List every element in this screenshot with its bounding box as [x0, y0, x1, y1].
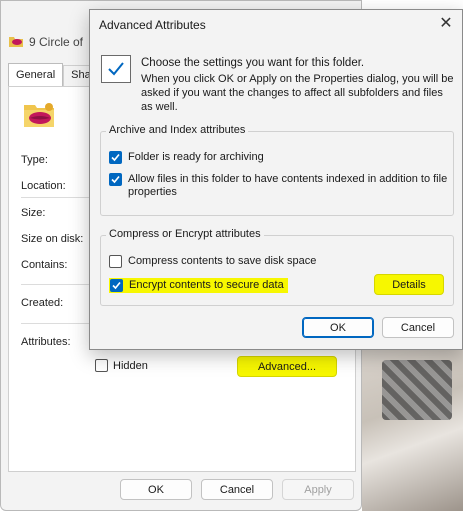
properties-ok-button[interactable]: OK	[120, 479, 192, 500]
archiving-checkbox[interactable]	[109, 151, 122, 164]
compress-encrypt-group-label: Compress or Encrypt attributes	[106, 228, 264, 240]
compress-checkbox[interactable]	[109, 255, 122, 268]
encrypt-checkbox[interactable]	[110, 279, 123, 292]
folder-settings-check-icon	[101, 55, 131, 83]
contains-label: Contains:	[21, 259, 68, 271]
tab-general[interactable]: General	[8, 63, 64, 87]
hidden-label: Hidden	[113, 359, 148, 372]
archiving-row[interactable]: Folder is ready for archiving	[109, 151, 264, 164]
type-label: Type:	[21, 154, 48, 166]
archive-index-group-label: Archive and Index attributes	[106, 124, 249, 136]
properties-title: 9 Circle of	[29, 35, 84, 49]
details-button[interactable]: Details	[374, 274, 444, 295]
archiving-label: Folder is ready for archiving	[128, 151, 264, 163]
dialog-titlebar: Advanced Attributes ✕	[90, 10, 462, 40]
encrypt-row[interactable]: Encrypt contents to secure data	[109, 278, 288, 293]
compress-encrypt-group	[100, 235, 454, 306]
advanced-button[interactable]: Advanced...	[237, 356, 337, 377]
dialog-cancel-button[interactable]: Cancel	[382, 317, 454, 338]
hidden-checkbox-row[interactable]: Hidden	[95, 359, 148, 372]
indexing-row[interactable]: Allow files in this folder to have conte…	[109, 173, 449, 199]
folder-lips-icon	[24, 103, 54, 127]
compress-label: Compress contents to save disk space	[128, 255, 317, 267]
hidden-checkbox[interactable]	[95, 359, 108, 372]
attributes-label: Attributes:	[21, 336, 71, 348]
indexing-checkbox[interactable]	[109, 173, 122, 186]
created-label: Created:	[21, 297, 64, 309]
close-icon[interactable]: ✕	[438, 16, 454, 32]
properties-apply-button[interactable]: Apply	[282, 479, 354, 500]
dialog-title: Advanced Attributes	[99, 18, 206, 32]
compress-row[interactable]: Compress contents to save disk space	[109, 255, 316, 268]
intro-heading: Choose the settings you want for this fo…	[141, 57, 365, 69]
encrypt-label: Encrypt contents to secure data	[129, 279, 284, 291]
size-label: Size:	[21, 207, 46, 219]
properties-cancel-button[interactable]: Cancel	[201, 479, 273, 500]
intro-description: When you click OK or Apply on the Proper…	[141, 73, 454, 113]
location-label: Location:	[21, 180, 66, 192]
indexing-label: Allow files in this folder to have conte…	[128, 173, 448, 198]
folder-lips-icon	[9, 37, 23, 47]
background-photo	[362, 340, 463, 511]
advanced-attributes-dialog: Advanced Attributes ✕ Choose the setting…	[89, 9, 463, 350]
size-on-disk-label: Size on disk:	[21, 233, 84, 245]
dialog-ok-button[interactable]: OK	[302, 317, 374, 338]
